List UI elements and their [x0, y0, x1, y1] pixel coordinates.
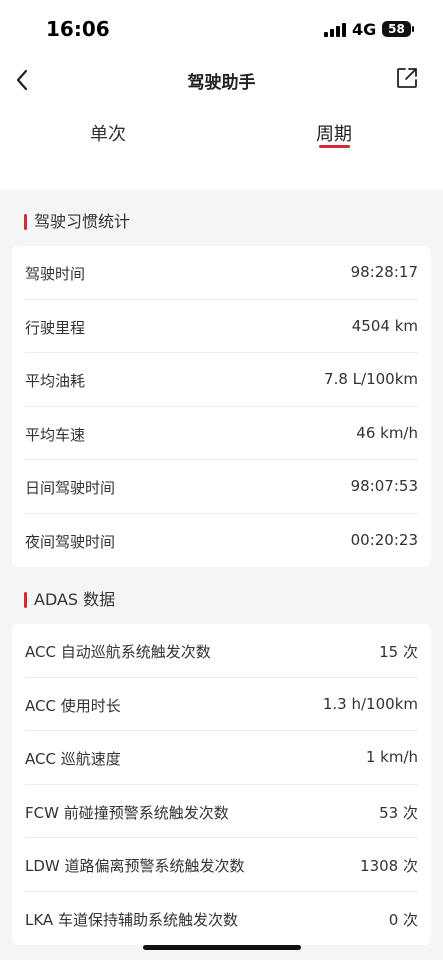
row-label: 驾驶时间	[25, 265, 86, 283]
tab-single[interactable]: 单次	[58, 120, 158, 146]
cellular-signal-icon	[324, 23, 346, 37]
status-time: 16:06	[46, 17, 110, 41]
list-item: ACC 自动巡航系统触发次数 15 次	[25, 624, 418, 678]
row-label: LDW 道路偏离预警系统触发次数	[25, 857, 245, 875]
row-value: 46 km/h	[356, 423, 418, 442]
tab-period[interactable]: 周期	[284, 120, 384, 146]
row-label: 日间驾驶时间	[25, 479, 116, 497]
section-title-habits: 驾驶习惯统计	[24, 213, 130, 231]
row-label: 行驶里程	[25, 318, 86, 337]
row-value: 98:07:53	[350, 477, 418, 495]
row-label: ACC 巡航速度	[25, 750, 121, 768]
list-item: ACC 使用时长 1.3 h/100km	[25, 678, 418, 731]
list-item: 平均油耗 7.8 L/100km	[25, 353, 418, 407]
row-value: 1308 次	[360, 857, 418, 875]
list-item: 夜间驾驶时间 00:20:23	[25, 514, 418, 568]
list-item: 驾驶时间 98:28:17	[25, 246, 418, 300]
section-accent-bar	[24, 214, 27, 230]
adas-card: ACC 自动巡航系统触发次数 15 次 ACC 使用时长 1.3 h/100km…	[12, 624, 431, 945]
list-item: 行驶里程 4504 km	[25, 300, 418, 353]
row-value: 1 km/h	[365, 748, 418, 766]
row-label: 平均油耗	[25, 372, 86, 390]
external-link-icon	[397, 68, 417, 88]
list-item: LDW 道路偏离预警系统触发次数 1308 次	[25, 838, 418, 892]
list-item: FCW 前碰撞预警系统触发次数 53 次	[25, 785, 418, 838]
list-item: 平均车速 46 km/h	[25, 407, 418, 460]
network-type: 4G	[352, 20, 377, 39]
row-value: 15 次	[379, 643, 418, 661]
row-value: 00:20:23	[350, 530, 418, 549]
row-label: LKA 车道保持辅助系统触发次数	[25, 910, 238, 929]
list-item: ACC 巡航速度 1 km/h	[25, 731, 418, 785]
habits-card: 驾驶时间 98:28:17 行驶里程 4504 km 平均油耗 7.8 L/10…	[12, 246, 431, 567]
row-value: 0 次	[388, 910, 418, 929]
row-label: ACC 自动巡航系统触发次数	[25, 643, 211, 661]
list-item: 日间驾驶时间 98:07:53	[25, 460, 418, 514]
navigation-bar: 驾驶助手	[0, 58, 443, 102]
active-tab-indicator	[319, 145, 350, 148]
section-title-text: ADAS 数据	[34, 590, 116, 609]
home-indicator[interactable]	[143, 945, 301, 950]
row-label: FCW 前碰撞预警系统触发次数	[25, 803, 229, 822]
row-label: ACC 使用时长	[25, 696, 121, 715]
row-label: 夜间驾驶时间	[25, 532, 116, 551]
row-value: 1.3 h/100km	[322, 694, 418, 713]
page-title: 驾驶助手	[187, 73, 256, 93]
battery-cap	[412, 26, 414, 32]
row-value: 7.8 L/100km	[324, 370, 418, 388]
section-title-text: 驾驶习惯统计	[34, 212, 131, 231]
list-item: LKA 车道保持辅助系统触发次数 0 次	[25, 892, 418, 946]
battery-icon: 58	[382, 21, 411, 37]
row-value: 4504 km	[351, 316, 418, 335]
status-bar: 16:06 4G 58	[0, 0, 443, 58]
row-label: 平均车速	[25, 425, 86, 444]
section-title-adas: ADAS 数据	[24, 591, 115, 609]
row-value: 98:28:17	[350, 263, 418, 281]
share-button[interactable]	[396, 67, 418, 89]
section-accent-bar	[24, 592, 27, 608]
row-value: 53 次	[379, 803, 418, 822]
